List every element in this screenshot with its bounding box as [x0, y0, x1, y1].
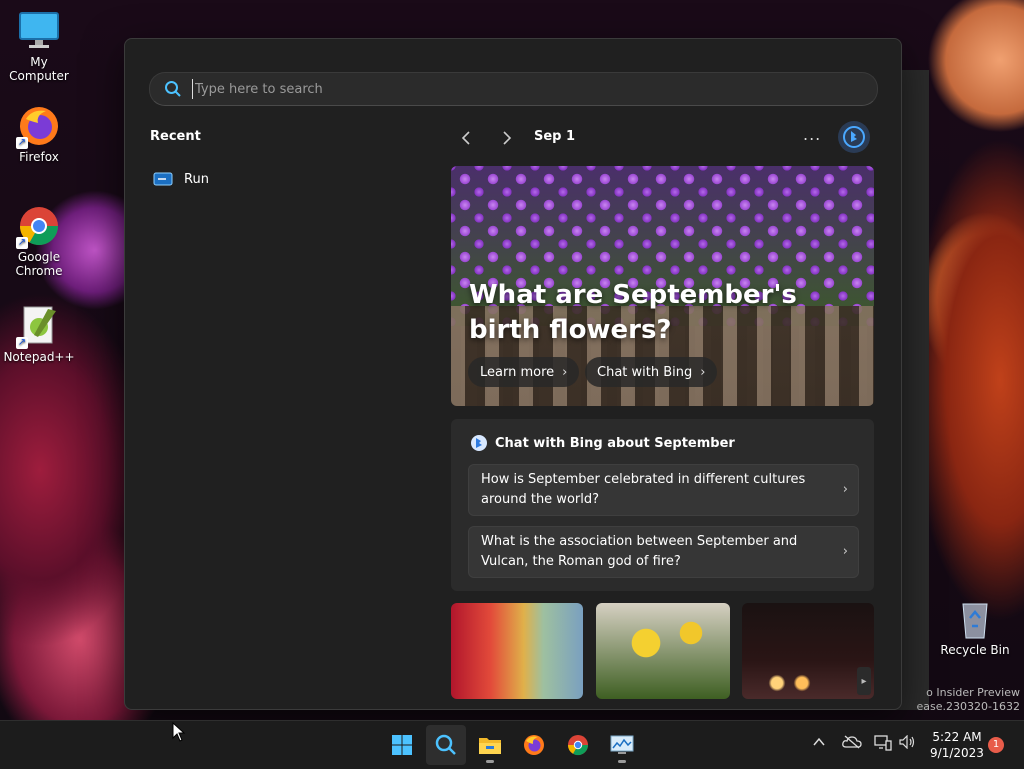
monitor-icon [18, 10, 60, 52]
notification-badge[interactable]: 1 [988, 737, 1004, 753]
notepadpp-icon: ↗ [16, 305, 60, 349]
taskbar-firefox[interactable] [514, 725, 554, 765]
thumbnail-card[interactable] [451, 603, 583, 699]
network-icon [874, 735, 892, 751]
desktop-icon-recycle-bin[interactable]: Recycle Bin [936, 598, 1014, 657]
taskbar: 5:22 AM 9/1/2023 1 [0, 720, 1024, 769]
desktop-icon-label: My Computer [9, 55, 69, 83]
run-icon [153, 172, 173, 186]
firefox-icon [524, 735, 544, 755]
chevron-right-icon: › [700, 364, 706, 380]
search-icon [165, 81, 181, 97]
chat-with-bing-button[interactable]: Chat with Bing › [585, 357, 718, 387]
show-hidden-icons-button[interactable] [813, 735, 825, 751]
bing-chat-card: Chat with Bing about September How is Se… [451, 419, 874, 591]
chat-question-2[interactable]: What is the association between Septembe… [468, 526, 859, 578]
bing-icon [843, 126, 865, 148]
chrome-icon: ↗ [16, 205, 60, 249]
thumbnail-card[interactable] [596, 603, 730, 699]
learn-more-button[interactable]: Learn more › [468, 357, 580, 387]
onedrive-button[interactable] [842, 735, 862, 753]
speaker-icon [899, 734, 915, 750]
chat-question-1[interactable]: How is September celebrated in different… [468, 464, 859, 516]
feed-date: Sep 1 [534, 129, 576, 144]
search-flyout: Recent Run Sep 1 ... What are September'… [124, 38, 902, 710]
recent-heading: Recent [150, 129, 201, 144]
cloud-off-icon [842, 735, 862, 749]
running-indicator [618, 760, 626, 763]
desktop-icon-chrome[interactable]: ↗ Google Chrome [0, 205, 78, 278]
running-indicator [486, 760, 494, 763]
chevron-right-icon: › [842, 482, 848, 497]
chevron-up-icon [813, 737, 825, 746]
shortcut-arrow-icon: ↗ [16, 137, 28, 149]
search-input[interactable] [192, 79, 877, 99]
desktop-icon-notepadpp[interactable]: ↗ Notepad++ [0, 305, 78, 364]
thumbnail-card[interactable] [742, 603, 874, 699]
bing-icon [471, 435, 487, 451]
more-options-button[interactable]: ... [803, 125, 821, 144]
desktop-icon-label: Notepad++ [3, 350, 75, 364]
network-button[interactable] [874, 735, 892, 755]
firefox-icon: ↗ [16, 105, 60, 149]
scroll-right-button[interactable]: ▸ [857, 667, 871, 695]
monitor-chart-icon [610, 735, 634, 754]
folder-icon [479, 738, 501, 754]
chevron-right-icon: › [562, 364, 568, 380]
desktop-icon-label: Recycle Bin [940, 643, 1010, 657]
desktop-icon-label: Firefox [19, 150, 59, 164]
mouse-cursor-icon [172, 722, 186, 742]
shortcut-arrow-icon: ↗ [16, 237, 28, 249]
chat-card-heading: Chat with Bing about September [471, 435, 735, 451]
recent-item-label: Run [184, 171, 209, 187]
bing-chat-button[interactable] [838, 121, 870, 153]
taskbar-search-button[interactable] [426, 725, 466, 765]
desktop-icon-label: Google Chrome [15, 250, 63, 278]
recycle-bin-icon [954, 598, 996, 640]
shortcut-arrow-icon: ↗ [16, 337, 28, 349]
clock[interactable]: 5:22 AM 9/1/2023 [920, 729, 994, 761]
chevron-right-icon [503, 131, 512, 145]
hero-title: What are September's birth flowers? [469, 280, 797, 345]
taskbar-file-explorer[interactable] [470, 725, 510, 765]
taskbar-resource-monitor[interactable] [602, 725, 642, 765]
hero-card[interactable]: What are September's birth flowers? Lear… [451, 166, 874, 406]
search-box[interactable] [149, 72, 878, 106]
clock-date: 9/1/2023 [930, 746, 984, 760]
desktop-icon-my-computer[interactable]: My Computer [0, 10, 78, 83]
insider-watermark: o Insider Preview ease.230320-1632 [916, 686, 1020, 713]
previous-button[interactable] [455, 127, 477, 149]
chrome-icon [567, 735, 589, 756]
taskbar-chrome[interactable] [558, 725, 598, 765]
clock-time: 5:22 AM [932, 730, 982, 744]
next-button[interactable] [496, 127, 518, 149]
volume-button[interactable] [899, 734, 915, 753]
windows-logo-icon [392, 735, 412, 755]
search-icon [435, 734, 456, 755]
desktop-icon-firefox[interactable]: ↗ Firefox [0, 105, 78, 164]
chevron-left-icon [461, 131, 470, 145]
start-button[interactable] [382, 725, 422, 765]
recent-item-run[interactable]: Run [153, 165, 413, 193]
chevron-right-icon: › [842, 544, 848, 559]
